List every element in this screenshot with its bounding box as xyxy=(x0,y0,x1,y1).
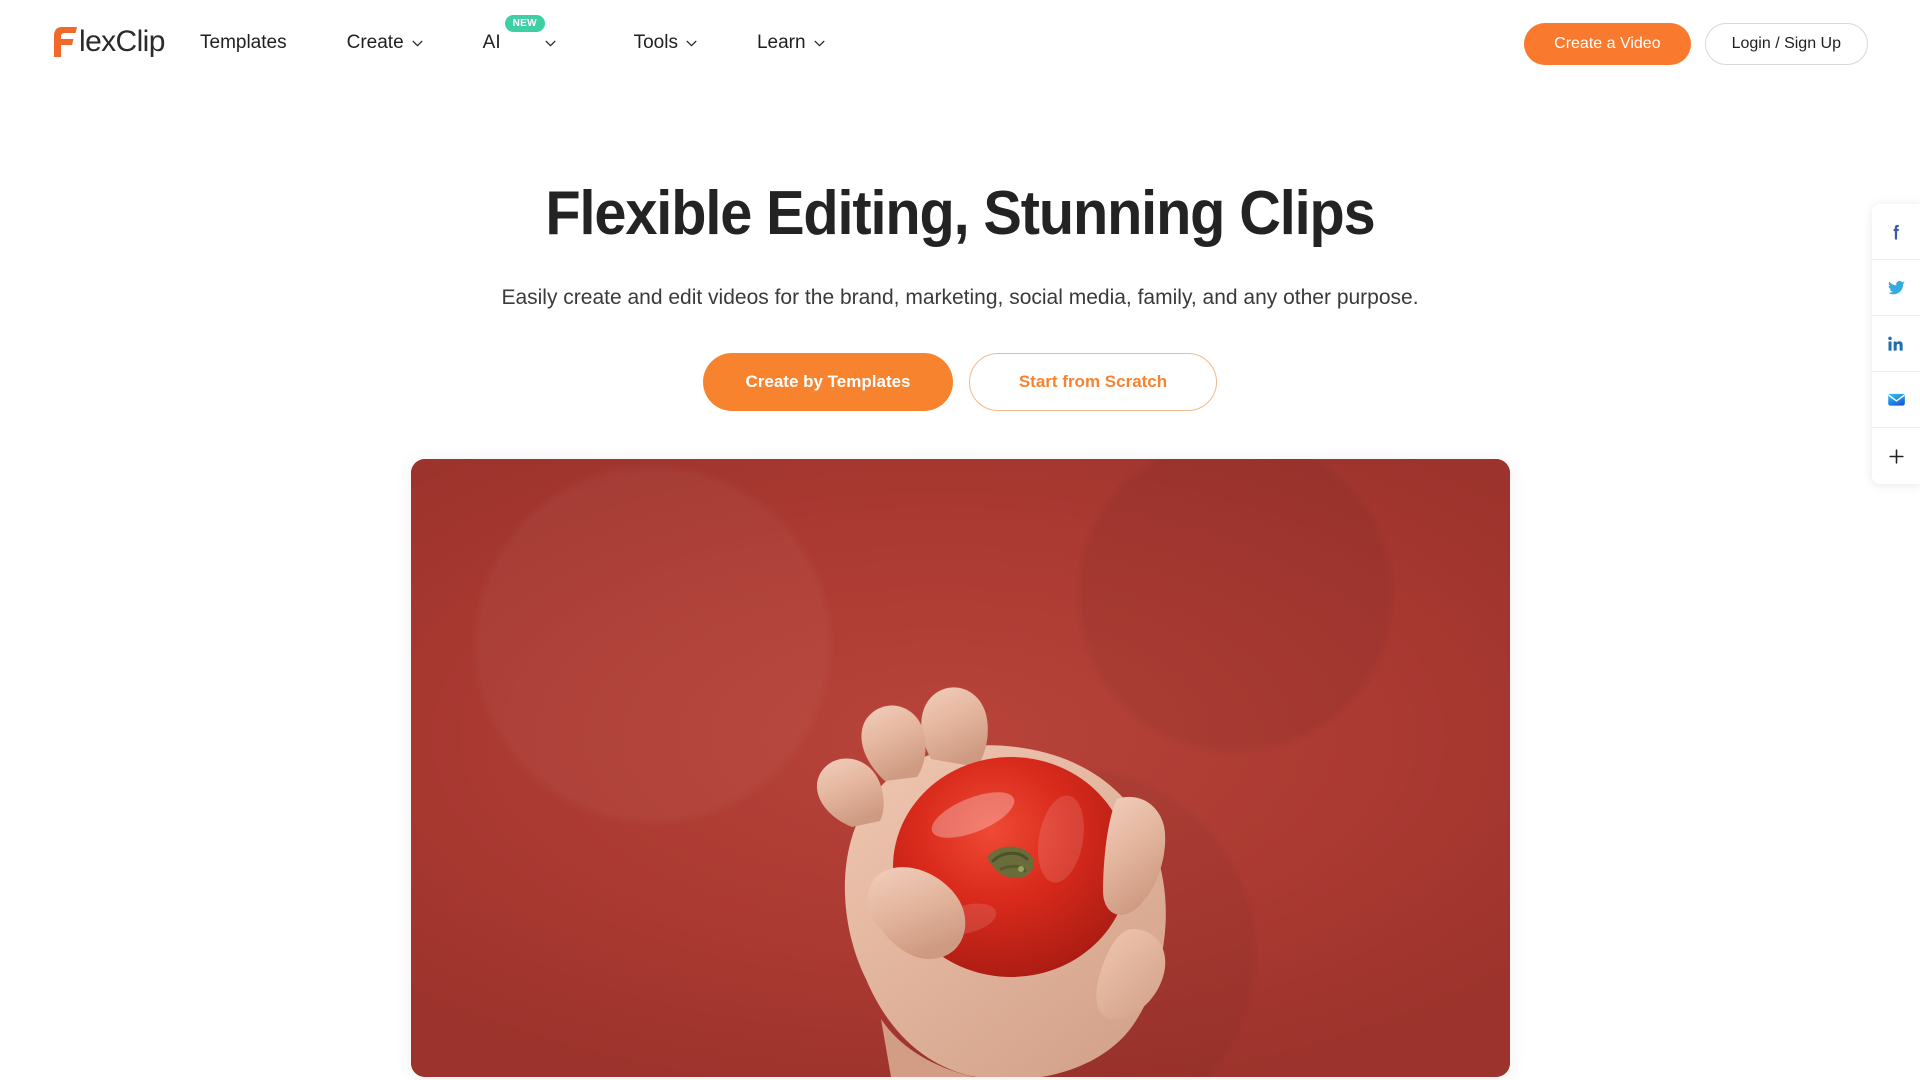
chevron-down-icon xyxy=(545,40,556,47)
site-header: lexClip Templates Create AI NEW Tools Le… xyxy=(0,0,1920,86)
nav-label-learn: Learn xyxy=(756,32,806,53)
share-twitter-button[interactable] xyxy=(1872,260,1920,316)
start-from-scratch-button[interactable]: Start from Scratch xyxy=(969,353,1217,411)
flexclip-logo[interactable]: lexClip xyxy=(52,22,165,62)
hero-subtitle: Easily create and edit videos for the br… xyxy=(501,286,1419,309)
nav-label-templates: Templates xyxy=(200,32,287,53)
share-email-button[interactable] xyxy=(1872,372,1920,428)
hero-video-preview[interactable] xyxy=(411,459,1510,1077)
linkedin-icon xyxy=(1888,336,1903,351)
create-a-video-button[interactable]: Create a Video xyxy=(1524,23,1691,65)
nav-label-tools: Tools xyxy=(633,32,678,53)
plus-icon xyxy=(1888,448,1904,464)
nav-item-learn[interactable]: Learn xyxy=(757,32,825,54)
login-signup-button[interactable]: Login / Sign Up xyxy=(1704,23,1868,65)
share-facebook-button[interactable] xyxy=(1872,204,1920,260)
envelope-icon xyxy=(1887,393,1905,406)
main-navigation: Templates Create AI NEW Tools Learn xyxy=(200,0,825,86)
tomato-in-hand-image xyxy=(816,687,1166,1077)
nav-item-create[interactable]: Create xyxy=(347,32,423,54)
chevron-down-icon xyxy=(412,40,423,47)
chevron-down-icon xyxy=(686,40,697,47)
new-badge: NEW xyxy=(504,15,545,32)
nav-item-ai[interactable]: AI NEW xyxy=(482,15,556,54)
nav-label-create: Create xyxy=(346,32,404,53)
hero-cta-row: Create by Templates Start from Scratch xyxy=(0,353,1920,411)
facebook-icon xyxy=(1893,224,1899,239)
nav-label-ai: AI xyxy=(482,32,501,53)
logo-text: lexClip xyxy=(79,25,165,58)
header-actions: Create a Video Login / Sign Up xyxy=(1524,23,1868,65)
page-title: Flexible Editing, Stunning Clips xyxy=(545,179,1375,248)
nav-item-tools[interactable]: Tools xyxy=(634,32,697,54)
share-linkedin-button[interactable] xyxy=(1872,316,1920,372)
social-share-sidebar xyxy=(1872,204,1920,484)
share-more-button[interactable] xyxy=(1872,428,1920,484)
chevron-down-icon xyxy=(814,40,825,47)
nav-item-templates[interactable]: Templates xyxy=(200,32,287,54)
create-by-templates-button[interactable]: Create by Templates xyxy=(703,353,953,411)
flexclip-f-logo-icon xyxy=(54,27,77,57)
twitter-icon xyxy=(1887,280,1905,295)
